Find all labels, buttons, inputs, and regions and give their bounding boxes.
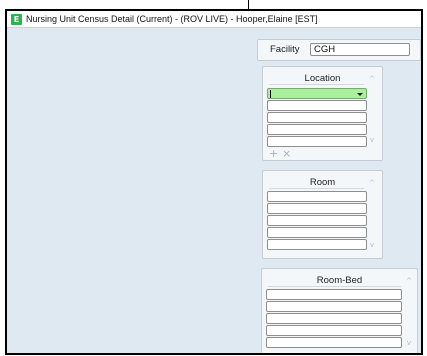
facility-label: Facility (270, 44, 300, 55)
room-bed-field[interactable] (266, 289, 402, 300)
room-scroll-down-icon[interactable]: v (368, 241, 376, 249)
room-title: Room (309, 177, 336, 188)
location-field[interactable] (267, 112, 367, 123)
location-field[interactable] (267, 124, 367, 135)
room-scroll-up-icon[interactable]: ^ (368, 179, 376, 187)
facility-input[interactable]: CGH (310, 43, 410, 56)
room-field[interactable] (267, 239, 367, 250)
room-separator (269, 188, 364, 189)
chevron-down-icon (357, 93, 363, 96)
title-bar: E Nursing Unit Census Detail (Current) -… (7, 11, 421, 28)
room-bed-title: Room-Bed (316, 275, 363, 286)
facility-panel: Facility CGH (257, 39, 421, 61)
remove-icon[interactable]: × (282, 148, 291, 159)
room-bed-field[interactable] (266, 337, 402, 348)
top-edge-mark (248, 0, 249, 9)
main-content: Facility CGH Location ^ v + × Room ^ v R… (7, 29, 421, 353)
location-dropdown[interactable] (267, 88, 367, 99)
location-scroll-up-icon[interactable]: ^ (368, 75, 376, 83)
room-field[interactable] (267, 203, 367, 214)
room-bed-separator (268, 286, 401, 287)
text-cursor (270, 90, 271, 98)
room-bed-panel: Room-Bed ^ v (261, 268, 418, 353)
room-bed-field[interactable] (266, 325, 402, 336)
room-bed-field[interactable] (266, 313, 402, 324)
room-bed-scroll-down-icon[interactable]: v (405, 339, 413, 347)
room-field[interactable] (267, 215, 367, 226)
location-panel: Location ^ v + × (262, 66, 383, 161)
app-icon: E (11, 13, 22, 25)
location-field[interactable] (267, 136, 367, 147)
app-window: E Nursing Unit Census Detail (Current) -… (5, 9, 423, 355)
location-scroll-down-icon[interactable]: v (368, 136, 376, 144)
room-panel: Room ^ v (262, 170, 383, 259)
room-bed-scroll-up-icon[interactable]: ^ (405, 277, 413, 285)
window-title: Nursing Unit Census Detail (Current) - (… (26, 14, 318, 24)
location-title: Location (304, 73, 341, 84)
room-bed-field[interactable] (266, 301, 402, 312)
add-icon[interactable]: + (269, 148, 278, 159)
room-field[interactable] (267, 227, 367, 238)
location-field[interactable] (267, 100, 367, 111)
location-separator (269, 84, 364, 85)
room-field[interactable] (267, 191, 367, 202)
